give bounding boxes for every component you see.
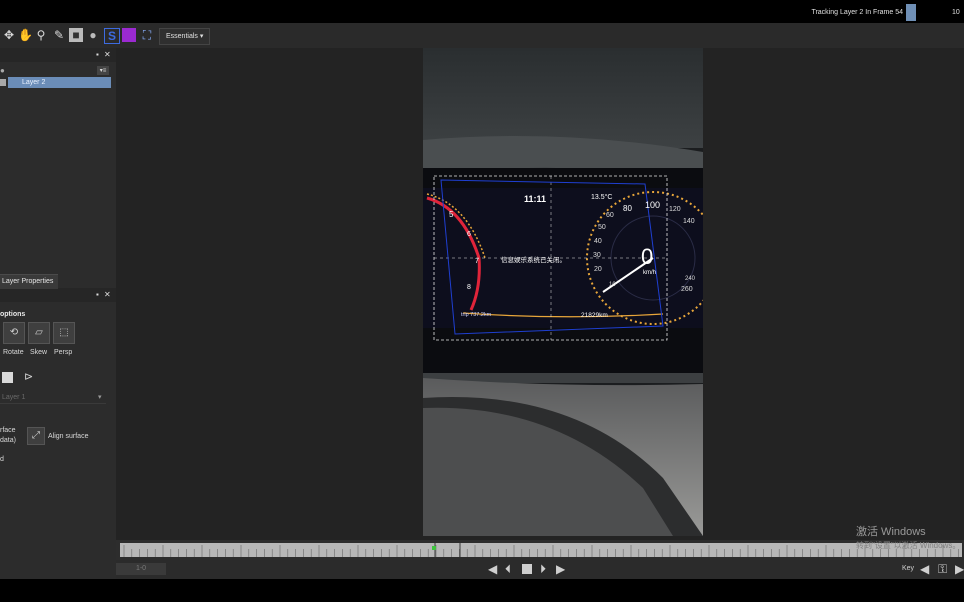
play-forward-icon[interactable]: ▶ xyxy=(556,563,565,575)
step-forward-icon[interactable]: ⏵ xyxy=(540,563,546,575)
surface-label: rface xyxy=(0,427,16,434)
add-key-icon[interactable]: ⚿ xyxy=(938,563,947,575)
visibility-icon[interactable]: ● xyxy=(0,66,5,76)
workspace-label: Essentials xyxy=(166,33,198,40)
speed-tick: 60 xyxy=(606,212,614,219)
next-key-icon[interactable]: ▶ xyxy=(955,563,964,575)
dash-temp: 13.5°C xyxy=(591,194,613,201)
rpm-tick: 6 xyxy=(467,231,471,238)
video-frame-drawing xyxy=(423,48,703,536)
speed-tick: 40 xyxy=(594,238,602,245)
float-icon[interactable]: ▪ xyxy=(96,50,99,60)
play-backward-icon[interactable]: ◀ xyxy=(488,563,497,575)
truncated-label: d xyxy=(0,456,4,463)
layers-panel-header: ▪ ✕ xyxy=(0,48,116,62)
align-surface-icon[interactable]: ⤢ xyxy=(27,427,45,445)
dash-message: 信息娱乐系统已关闭。 xyxy=(501,257,566,264)
windows-activation-hint: 转到"设置"以激活 Windows。 xyxy=(856,541,961,550)
speed-tick: 30 xyxy=(593,252,601,259)
persp-label: Persp xyxy=(54,349,73,356)
workspace-dropdown[interactable]: Essentials ▾ xyxy=(159,28,211,45)
surface-tool-icon[interactable]: S xyxy=(104,28,120,44)
tracking-status: Tracking Layer 2 In Frame 54 xyxy=(811,9,903,16)
grid-tool-icon[interactable] xyxy=(122,28,136,42)
stop-icon[interactable] xyxy=(522,564,532,574)
zoom-tool-icon[interactable]: ⚲ xyxy=(34,28,48,42)
rotate-icon: ⟲ xyxy=(9,327,19,338)
speed-tick: 100 xyxy=(645,200,661,210)
bottom-letterbox xyxy=(0,579,964,602)
current-frame-marker[interactable] xyxy=(432,546,436,550)
speed-tick: 260 xyxy=(681,286,693,293)
rect-tool-icon[interactable]: ■ xyxy=(69,28,83,42)
align-surface-label: Align surface xyxy=(48,433,89,440)
timeline-ticks xyxy=(123,543,959,557)
rpm-tick: 5 xyxy=(449,210,454,219)
rpm-tick: 7 xyxy=(475,258,479,265)
chevron-down-icon: ▾ xyxy=(98,394,102,401)
key-label: Key xyxy=(902,565,915,572)
dash-trip: trip 737.2km xyxy=(461,312,492,318)
speed-tick: 80 xyxy=(623,204,632,213)
hand-tool-icon[interactable]: ✋ xyxy=(18,28,33,42)
layer-select-value: Layer 1 xyxy=(2,394,26,401)
dash-odometer: 21829km xyxy=(581,312,608,319)
properties-panel-header: ▪ ✕ xyxy=(0,288,116,302)
tracking-progress-bar xyxy=(906,4,916,21)
timeline-track[interactable] xyxy=(120,543,962,557)
speed-tick: 120 xyxy=(669,206,681,213)
perspective-button[interactable]: ⬚ xyxy=(53,322,75,344)
dash-time: 11:11 xyxy=(524,194,547,204)
speed-tick: 20 xyxy=(594,266,602,273)
chevron-down-icon: ▾ xyxy=(199,33,204,40)
skew-label: Skew xyxy=(30,349,48,356)
stop-icon[interactable] xyxy=(2,372,13,383)
float-icon[interactable]: ▪ xyxy=(96,290,99,300)
rotate-label: Rotate xyxy=(3,349,24,356)
video-frame[interactable]: 11:11 13.5°C 信息娱乐系统已关闭。 0 km/h trip 737.… xyxy=(423,48,703,536)
prev-key-icon[interactable]: ◀ xyxy=(920,563,929,575)
track-forward-icon[interactable]: ⊳ xyxy=(24,370,33,383)
layer-select[interactable]: Layer 1 ▾ xyxy=(0,392,106,404)
step-backward-icon[interactable]: ⏴ xyxy=(505,563,511,575)
options-heading: options xyxy=(0,311,26,318)
tab-layer-properties[interactable]: Layer Properties xyxy=(0,274,58,289)
skew-icon: ▱ xyxy=(35,327,43,338)
close-icon[interactable]: ✕ xyxy=(104,50,111,60)
main-toolbar: ✥ ✋ ⚲ ✎ ■ ● S ⛶ Essentials ▾ xyxy=(0,23,964,49)
perspective-icon: ⬚ xyxy=(59,327,69,338)
windows-activation-watermark: 激活 Windows xyxy=(856,526,926,538)
dash-speed: 0 xyxy=(641,244,654,269)
speed-tick: 50 xyxy=(598,224,606,231)
spline-tool-icon[interactable]: ✎ xyxy=(52,28,66,42)
frame-field[interactable]: 1-0 xyxy=(116,563,166,575)
close-icon[interactable]: ✕ xyxy=(104,290,111,300)
speed-tick: 10 xyxy=(609,282,616,288)
rpm-tick: 8 xyxy=(467,284,471,291)
planar-tool-icon[interactable]: ⛶ xyxy=(140,28,154,42)
zoom-level: 10 xyxy=(952,9,960,16)
speed-tick: 140 xyxy=(683,218,695,225)
layer-menu-icon[interactable]: ▾≡ xyxy=(97,66,109,75)
rotate-button[interactable]: ⟲ xyxy=(3,322,25,344)
layer-color-swatch xyxy=(0,79,6,86)
surface-data-label: data) xyxy=(0,437,16,444)
skew-button[interactable]: ▱ xyxy=(28,322,50,344)
speed-tick: 240 xyxy=(685,276,696,282)
select-tool-icon[interactable]: ✥ xyxy=(2,28,16,42)
layer-name: Layer 2 xyxy=(22,79,46,86)
circle-tool-icon[interactable]: ● xyxy=(86,28,100,42)
dash-speed-unit: km/h xyxy=(643,270,657,276)
